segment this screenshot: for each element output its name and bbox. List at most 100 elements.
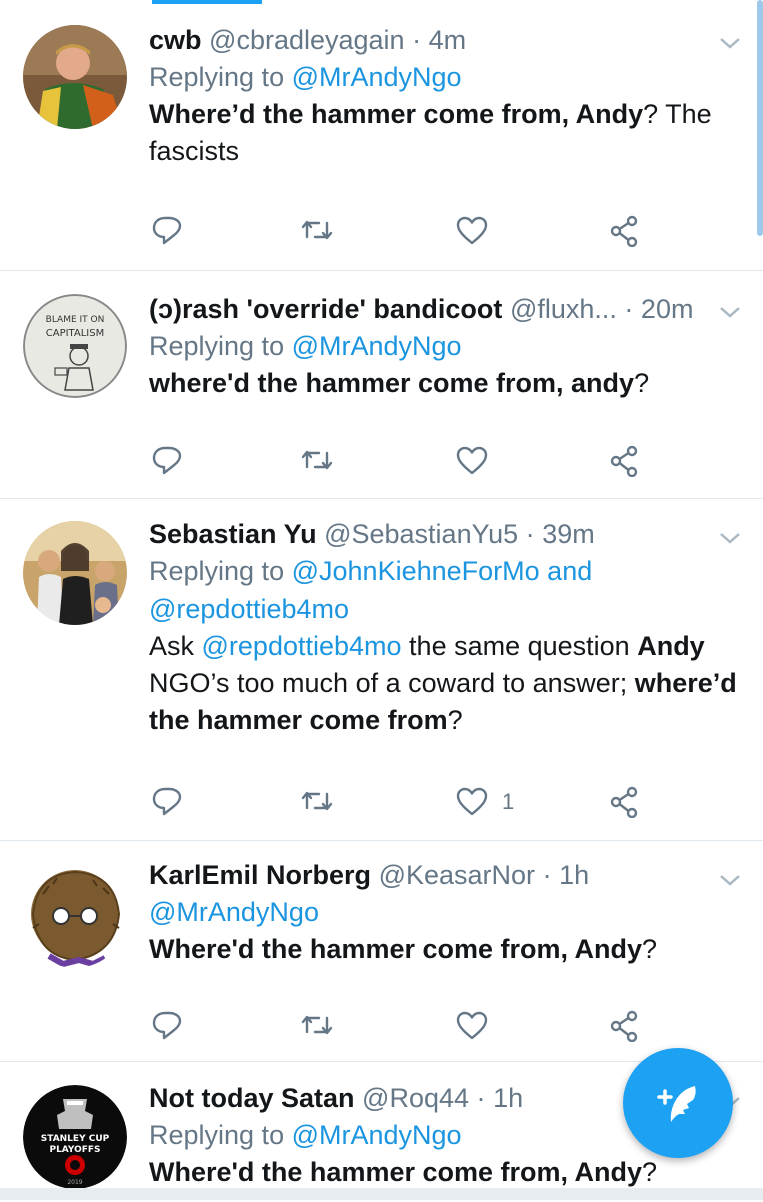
tweet-header: (ɔ)rash 'override' bandicoot @fluxh... ·… [149, 291, 723, 327]
tweet-header: Sebastian Yu @SebastianYu5 · 39m [149, 516, 723, 552]
separator-dot: · [412, 25, 422, 55]
replying-to-mention[interactable]: @MrAndyNgo [292, 62, 462, 92]
timestamp[interactable]: 1h [559, 860, 589, 890]
text-segment: NGO’s too much of a coward to answer; [149, 668, 635, 698]
reply-button[interactable] [151, 444, 183, 478]
reply-button[interactable] [151, 214, 183, 248]
share-button[interactable] [608, 785, 640, 819]
reply-icon [152, 1011, 182, 1040]
separator-dot: · [624, 294, 634, 324]
like-button[interactable] [456, 1009, 488, 1043]
reply-icon [152, 216, 182, 245]
like-button[interactable]: 1 [456, 785, 514, 819]
highlighted-text: Where’d the hammer come from, Andy [149, 99, 644, 129]
display-name[interactable]: Sebastian Yu [149, 519, 317, 549]
avatar-text-top: STANLEY CUP [41, 1134, 110, 1144]
replying-to-label: Replying to [149, 1120, 285, 1150]
replying-to: Replying to @JohnKiehneForMo and @repdot… [149, 552, 723, 628]
tweet-actions: 1 [149, 785, 649, 819]
user-handle[interactable]: @fluxh... [510, 294, 617, 324]
separator-dot: · [542, 860, 552, 890]
replying-to-mention[interactable]: @MrAndyNgo [292, 1120, 462, 1150]
display-name[interactable]: (ɔ)rash 'override' bandicoot [149, 294, 502, 324]
replying-to-mention-2[interactable]: @repdottieb4mo [149, 594, 349, 624]
heart-icon [456, 1011, 488, 1040]
share-icon [610, 215, 638, 247]
tweet-header: KarlEmil Norberg @KeasarNor · 1h [149, 857, 723, 893]
user-handle[interactable]: @Roq44 [362, 1083, 469, 1113]
tweet-text: Where'd the hammer come from, Andy? [149, 1154, 729, 1191]
replying-to: @MrAndyNgo [149, 893, 723, 931]
text-segment: Ask [149, 631, 202, 661]
avatar-text-year: 2019 [67, 1179, 82, 1186]
timestamp[interactable]: 1h [493, 1083, 523, 1113]
share-button[interactable] [608, 1009, 640, 1043]
chevron-down-icon[interactable] [719, 305, 741, 319]
replying-to-label: Replying to [149, 556, 285, 586]
display-name[interactable]: cwb [149, 25, 202, 55]
display-name[interactable]: Not today Satan [149, 1083, 355, 1113]
text-segment: ? [634, 368, 650, 398]
replying-to-mention[interactable]: @MrAndyNgo [292, 331, 462, 361]
replying-to-label: Replying to [149, 62, 285, 92]
tweet-actions [149, 214, 649, 248]
share-button[interactable] [608, 214, 640, 248]
compose-tweet-button[interactable] [623, 1048, 733, 1158]
tweet[interactable]: cwb @cbradleyagain · 4m Replying to @MrA… [0, 0, 763, 271]
bottom-edge [0, 1188, 763, 1200]
highlighted-text: where'd the hammer come from, andy [149, 368, 635, 398]
share-icon [610, 786, 638, 818]
user-handle[interactable]: @SebastianYu5 [324, 519, 518, 549]
tweet-actions [149, 444, 649, 478]
highlighted-text: Where'd the hammer come from, Andy [149, 1157, 643, 1187]
tweet-text: Where’d the hammer come from, Andy? The … [149, 96, 729, 170]
like-button[interactable] [456, 444, 488, 478]
retweet-icon [301, 791, 333, 811]
retweet-button[interactable] [301, 1009, 333, 1043]
replying-to-label: Replying to [149, 331, 285, 361]
like-button[interactable] [456, 214, 488, 248]
retweet-button[interactable] [301, 785, 333, 819]
avatar[interactable] [23, 521, 127, 625]
avatar-text-bottom: PLAYOFFS [49, 1145, 100, 1155]
share-button[interactable] [608, 444, 640, 478]
replying-to: Replying to @MrAndyNgo [149, 58, 723, 96]
replying-to-joiner: and [547, 556, 593, 586]
user-handle[interactable]: @KeasarNor [379, 860, 535, 890]
tweet[interactable]: KarlEmil Norberg @KeasarNor · 1h @MrAndy… [0, 841, 763, 1062]
timestamp[interactable]: 39m [542, 519, 595, 549]
reply-icon [152, 446, 182, 475]
tweet-text: where'd the hammer come from, andy? [149, 365, 729, 402]
retweet-button[interactable] [301, 214, 333, 248]
chevron-down-icon[interactable] [719, 531, 741, 545]
timestamp[interactable]: 20m [641, 294, 694, 324]
reply-button[interactable] [151, 785, 183, 819]
display-name[interactable]: KarlEmil Norberg [149, 860, 371, 890]
tweet[interactable]: Sebastian Yu @SebastianYu5 · 39m Replyin… [0, 499, 763, 841]
chevron-down-icon[interactable] [719, 36, 741, 50]
avatar[interactable] [23, 25, 127, 129]
chevron-down-icon[interactable] [719, 873, 741, 887]
avatar[interactable] [23, 864, 127, 968]
timestamp[interactable]: 4m [429, 25, 467, 55]
tweet[interactable]: BLAME IT ON CAPITALISM (ɔ)rash 'override… [0, 271, 763, 499]
highlighted-text: Where'd the hammer come from, Andy [149, 934, 643, 964]
tweet-actions [149, 1009, 649, 1043]
retweet-icon [301, 1015, 333, 1035]
avatar[interactable]: BLAME IT ON CAPITALISM [23, 294, 127, 398]
reply-button[interactable] [151, 1009, 183, 1043]
tweet-text: Ask @repdottieb4mo the same question And… [149, 628, 749, 739]
avatar[interactable]: STANLEY CUP PLAYOFFS 2019 [23, 1085, 127, 1189]
user-handle[interactable]: @cbradleyagain [209, 25, 405, 55]
mention-link[interactable]: @repdottieb4mo [202, 631, 402, 661]
retweet-icon [301, 220, 333, 240]
replying-to-mention[interactable]: @JohnKiehneForMo [292, 556, 540, 586]
retweet-button[interactable] [301, 444, 333, 478]
replying-to-mention[interactable]: @MrAndyNgo [149, 897, 319, 927]
text-segment: ? [447, 705, 463, 735]
separator-dot: · [476, 1083, 486, 1113]
separator-dot: · [525, 519, 535, 549]
text-segment: ? [642, 934, 658, 964]
text-segment: the same question [401, 631, 638, 661]
heart-icon [456, 446, 488, 475]
